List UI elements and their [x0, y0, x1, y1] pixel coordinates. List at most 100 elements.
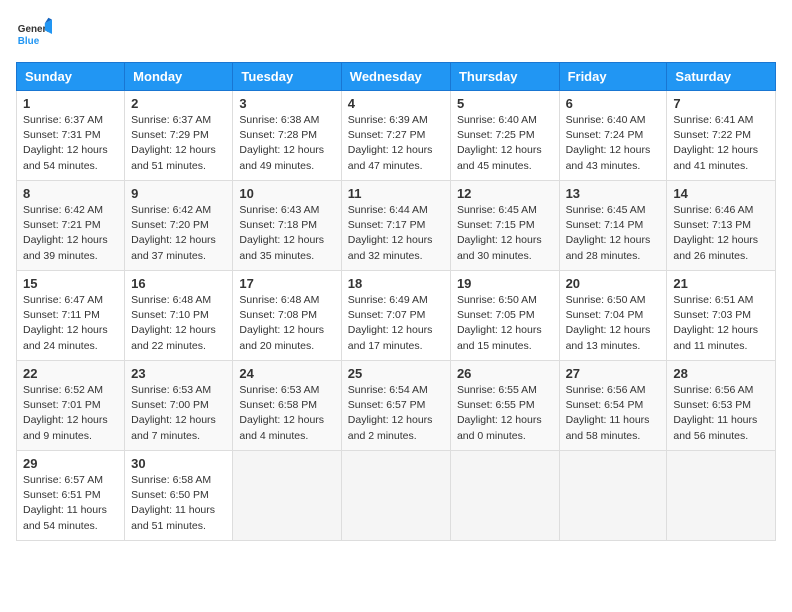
calendar-cell: 5Sunrise: 6:40 AM Sunset: 7:25 PM Daylig… — [450, 91, 559, 181]
weekday-header: Friday — [559, 63, 667, 91]
day-number: 28 — [673, 366, 769, 381]
calendar-cell — [450, 451, 559, 541]
day-number: 15 — [23, 276, 118, 291]
calendar-cell: 25Sunrise: 6:54 AM Sunset: 6:57 PM Dayli… — [341, 361, 450, 451]
day-number: 27 — [566, 366, 661, 381]
calendar-cell: 29Sunrise: 6:57 AM Sunset: 6:51 PM Dayli… — [17, 451, 125, 541]
week-row: 8 Sunrise: 6:42 AM Sunset: 7:21 PM Daylig… — [17, 181, 776, 271]
day-info: Sunrise: 6:51 AM Sunset: 7:03 PM Dayligh… — [673, 293, 769, 354]
day-info: Sunrise: 6:38 AM Sunset: 7:28 PM Dayligh… — [239, 113, 334, 174]
calendar-cell: 18Sunrise: 6:49 AM Sunset: 7:07 PM Dayli… — [341, 271, 450, 361]
day-number: 14 — [673, 186, 769, 201]
calendar-cell: 9 Sunrise: 6:42 AM Sunset: 7:20 PM Daylig… — [125, 181, 233, 271]
day-number: 30 — [131, 456, 226, 471]
calendar-cell: 27 Sunrise: 6:56 AM Sunset: 6:54 PM Dayli… — [559, 361, 667, 451]
calendar-cell: 21 Sunrise: 6:51 AM Sunset: 7:03 PM Dayli… — [667, 271, 776, 361]
day-number: 20 — [566, 276, 661, 291]
week-row: 29Sunrise: 6:57 AM Sunset: 6:51 PM Dayli… — [17, 451, 776, 541]
calendar-cell: 16Sunrise: 6:48 AM Sunset: 7:10 PM Dayli… — [125, 271, 233, 361]
calendar-cell: 20 Sunrise: 6:50 AM Sunset: 7:04 PM Dayli… — [559, 271, 667, 361]
day-info: Sunrise: 6:43 AM Sunset: 7:18 PM Dayligh… — [239, 203, 334, 264]
day-number: 19 — [457, 276, 553, 291]
calendar-cell: 3 Sunrise: 6:38 AM Sunset: 7:28 PM Daylig… — [233, 91, 341, 181]
calendar-cell: 22 Sunrise: 6:52 AM Sunset: 7:01 PM Dayli… — [17, 361, 125, 451]
calendar-cell: 23 Sunrise: 6:53 AM Sunset: 7:00 PM Dayli… — [125, 361, 233, 451]
weekday-header: Monday — [125, 63, 233, 91]
calendar-cell: 2 Sunrise: 6:37 AM Sunset: 7:29 PM Daylig… — [125, 91, 233, 181]
day-info: Sunrise: 6:45 AM Sunset: 7:15 PM Dayligh… — [457, 203, 553, 264]
calendar-cell: 7 Sunrise: 6:41 AM Sunset: 7:22 PM Daylig… — [667, 91, 776, 181]
calendar-cell: 17 Sunrise: 6:48 AM Sunset: 7:08 PM Dayli… — [233, 271, 341, 361]
calendar-table: SundayMondayTuesdayWednesdayThursdayFrid… — [16, 62, 776, 541]
day-number: 22 — [23, 366, 118, 381]
calendar-cell: 14 Sunrise: 6:46 AM Sunset: 7:13 PM Dayli… — [667, 181, 776, 271]
day-info: Sunrise: 6:46 AM Sunset: 7:13 PM Dayligh… — [673, 203, 769, 264]
day-number: 3 — [239, 96, 334, 111]
day-number: 21 — [673, 276, 769, 291]
day-number: 7 — [673, 96, 769, 111]
day-number: 4 — [348, 96, 444, 111]
calendar-cell: 8 Sunrise: 6:42 AM Sunset: 7:21 PM Daylig… — [17, 181, 125, 271]
logo-icon: General Blue — [16, 16, 52, 52]
day-number: 25 — [348, 366, 444, 381]
weekday-header: Saturday — [667, 63, 776, 91]
calendar-cell: 11 Sunrise: 6:44 AM Sunset: 7:17 PM Dayli… — [341, 181, 450, 271]
day-info: Sunrise: 6:53 AM Sunset: 7:00 PM Dayligh… — [131, 383, 226, 444]
day-number: 2 — [131, 96, 226, 111]
day-info: Sunrise: 6:41 AM Sunset: 7:22 PM Dayligh… — [673, 113, 769, 174]
calendar-cell: 1 Sunrise: 6:37 AM Sunset: 7:31 PM Daylig… — [17, 91, 125, 181]
day-number: 9 — [131, 186, 226, 201]
calendar-cell: 19 Sunrise: 6:50 AM Sunset: 7:05 PM Dayli… — [450, 271, 559, 361]
calendar-cell: 26 Sunrise: 6:55 AM Sunset: 6:55 PM Dayli… — [450, 361, 559, 451]
day-number: 8 — [23, 186, 118, 201]
calendar-cell: 24 Sunrise: 6:53 AM Sunset: 6:58 PM Dayli… — [233, 361, 341, 451]
day-number: 11 — [348, 186, 444, 201]
calendar-cell: 4 Sunrise: 6:39 AM Sunset: 7:27 PM Daylig… — [341, 91, 450, 181]
day-info: Sunrise: 6:42 AM Sunset: 7:20 PM Dayligh… — [131, 203, 226, 264]
calendar-cell: 13 Sunrise: 6:45 AM Sunset: 7:14 PM Dayli… — [559, 181, 667, 271]
day-number: 1 — [23, 96, 118, 111]
calendar-cell: 30 Sunrise: 6:58 AM Sunset: 6:50 PM Dayli… — [125, 451, 233, 541]
calendar-cell: 28 Sunrise: 6:56 AM Sunset: 6:53 PM Dayli… — [667, 361, 776, 451]
day-info: Sunrise: 6:50 AM Sunset: 7:05 PM Dayligh… — [457, 293, 553, 354]
day-info: Sunrise: 6:45 AM Sunset: 7:14 PM Dayligh… — [566, 203, 661, 264]
day-info: Sunrise: 6:37 AM Sunset: 7:29 PM Dayligh… — [131, 113, 226, 174]
day-info: Sunrise: 6:44 AM Sunset: 7:17 PM Dayligh… — [348, 203, 444, 264]
logo: General Blue — [16, 16, 52, 52]
day-info: Sunrise: 6:52 AM Sunset: 7:01 PM Dayligh… — [23, 383, 118, 444]
day-number: 17 — [239, 276, 334, 291]
calendar-cell — [559, 451, 667, 541]
day-number: 10 — [239, 186, 334, 201]
day-info: Sunrise: 6:49 AM Sunset: 7:07 PM Dayligh… — [348, 293, 444, 354]
day-info: Sunrise: 6:48 AM Sunset: 7:08 PM Dayligh… — [239, 293, 334, 354]
day-info: Sunrise: 6:39 AM Sunset: 7:27 PM Dayligh… — [348, 113, 444, 174]
calendar-cell: 6 Sunrise: 6:40 AM Sunset: 7:24 PM Daylig… — [559, 91, 667, 181]
calendar-cell: 10 Sunrise: 6:43 AM Sunset: 7:18 PM Dayli… — [233, 181, 341, 271]
day-info: Sunrise: 6:55 AM Sunset: 6:55 PM Dayligh… — [457, 383, 553, 444]
day-number: 26 — [457, 366, 553, 381]
day-number: 13 — [566, 186, 661, 201]
day-number: 23 — [131, 366, 226, 381]
calendar-cell — [667, 451, 776, 541]
day-info: Sunrise: 6:42 AM Sunset: 7:21 PM Dayligh… — [23, 203, 118, 264]
day-info: Sunrise: 6:56 AM Sunset: 6:53 PM Dayligh… — [673, 383, 769, 444]
day-info: Sunrise: 6:58 AM Sunset: 6:50 PM Dayligh… — [131, 473, 226, 534]
day-info: Sunrise: 6:48 AM Sunset: 7:10 PM Dayligh… — [131, 293, 226, 354]
week-row: 22 Sunrise: 6:52 AM Sunset: 7:01 PM Dayli… — [17, 361, 776, 451]
day-info: Sunrise: 6:53 AM Sunset: 6:58 PM Dayligh… — [239, 383, 334, 444]
page-header: General Blue — [16, 16, 776, 52]
weekday-header: Wednesday — [341, 63, 450, 91]
calendar-cell: 15 Sunrise: 6:47 AM Sunset: 7:11 PM Dayli… — [17, 271, 125, 361]
day-info: Sunrise: 6:57 AM Sunset: 6:51 PM Dayligh… — [23, 473, 118, 534]
calendar-cell — [233, 451, 341, 541]
weekday-header-row: SundayMondayTuesdayWednesdayThursdayFrid… — [17, 63, 776, 91]
day-number: 24 — [239, 366, 334, 381]
day-info: Sunrise: 6:47 AM Sunset: 7:11 PM Dayligh… — [23, 293, 118, 354]
day-info: Sunrise: 6:40 AM Sunset: 7:24 PM Dayligh… — [566, 113, 661, 174]
day-info: Sunrise: 6:37 AM Sunset: 7:31 PM Dayligh… — [23, 113, 118, 174]
day-info: Sunrise: 6:56 AM Sunset: 6:54 PM Dayligh… — [566, 383, 661, 444]
day-number: 6 — [566, 96, 661, 111]
calendar-cell — [341, 451, 450, 541]
day-number: 5 — [457, 96, 553, 111]
day-info: Sunrise: 6:50 AM Sunset: 7:04 PM Dayligh… — [566, 293, 661, 354]
